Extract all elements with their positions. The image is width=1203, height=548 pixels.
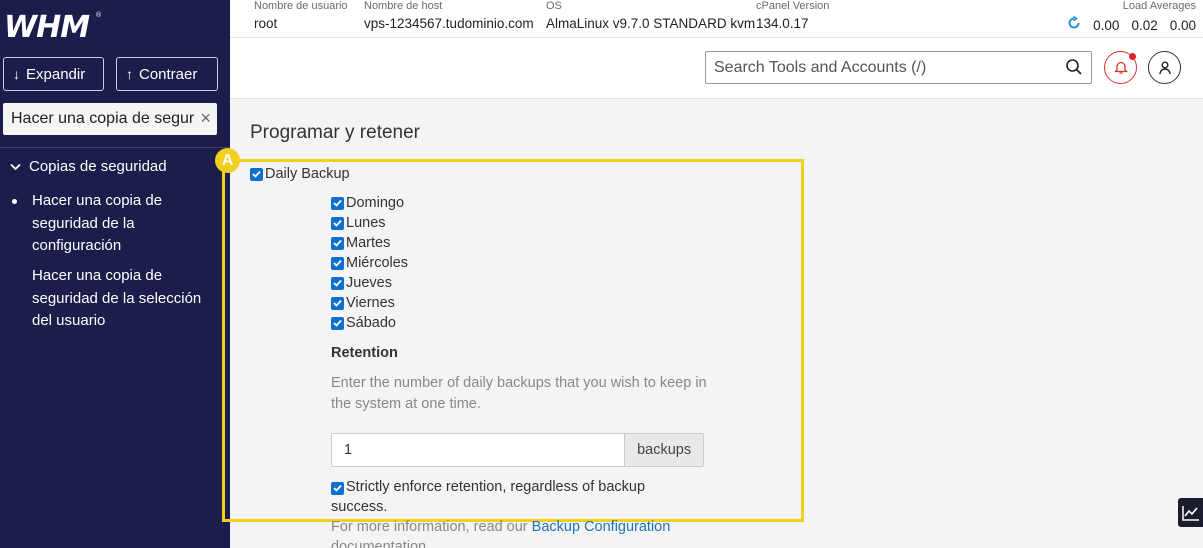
strict-retention-checkbox[interactable]: Strictly enforce retention, regardless o… (331, 477, 691, 517)
sidebar-section-label: Copias de seguridad (29, 158, 167, 175)
header (230, 38, 1203, 99)
user-icon (1158, 61, 1171, 74)
logo-registered-mark: ® (96, 12, 102, 19)
sidebar-divider (0, 147, 230, 148)
checkbox-checked-icon (331, 481, 344, 495)
expand-button[interactable]: ↓ Expandir (3, 57, 104, 91)
retention-help-text: Enter the number of daily backups that y… (331, 375, 707, 412)
more-info-text: For more information, read our Backup Co… (331, 517, 751, 548)
username-label: Nombre de usuario (254, 0, 348, 12)
username-info: Nombre de usuario root (254, 0, 348, 31)
load-average-1: 0.00 (1093, 17, 1120, 33)
collapse-button[interactable]: ↑ Contraer (116, 57, 218, 91)
trend-chart-icon (1181, 505, 1199, 521)
os-info: OS AlmaLinux v9.7.0 STANDARD kvm (546, 0, 755, 31)
retention-title: Retention (331, 345, 398, 361)
day-checkbox-lunes[interactable]: Lunes (331, 215, 386, 231)
more-info-suffix: documentation. (331, 539, 431, 548)
sidebar-search: × (3, 103, 217, 135)
day-checkbox-jueves[interactable]: Jueves (331, 275, 392, 291)
retention-input-group: backups (331, 433, 704, 467)
day-label: Miércoles (346, 255, 409, 271)
cpanel-version-info: cPanel Version 134.0.17 (756, 0, 829, 31)
day-label: Domingo (346, 195, 405, 211)
retention-unit-addon: backups (624, 434, 703, 466)
annotation-badge: A (215, 148, 240, 173)
notifications-button[interactable] (1104, 51, 1137, 84)
logo-text: WHM (4, 10, 90, 45)
refresh-icon[interactable] (1067, 15, 1081, 34)
analytics-button[interactable] (1178, 498, 1203, 527)
sidebar-toggle-buttons: ↓ Expandir ↑ Contraer (3, 57, 218, 91)
day-checkbox-sabado[interactable]: Sábado (331, 315, 396, 331)
sidebar-item-backup-config[interactable]: Hacer una copia de seguridad de la confi… (12, 190, 222, 258)
checkbox-checked-icon (331, 196, 344, 210)
chevron-down-icon (10, 160, 21, 174)
checkbox-checked-icon (331, 276, 344, 290)
day-label: Sábado (346, 315, 396, 331)
sidebar-section-backups[interactable]: Copias de seguridad (10, 158, 167, 175)
expand-label: Expandir (26, 65, 86, 83)
sidebar-item-backup-user-selection[interactable]: Hacer una copia de seguridad de la selec… (32, 265, 222, 333)
day-checkbox-domingo[interactable]: Domingo (331, 195, 404, 211)
sidebar-search-input[interactable] (3, 104, 195, 134)
load-averages: Load Averages 0.00 0.02 0.00 (1067, 0, 1196, 34)
username-value: root (254, 16, 278, 31)
checkbox-checked-icon (331, 316, 344, 330)
hostname-info: Nombre de host vps-1234567.tudominio.com (364, 0, 534, 31)
load-averages-label: Load Averages (1122, 0, 1196, 12)
cpanel-version-label: cPanel Version (756, 0, 830, 12)
os-label: OS (546, 0, 562, 12)
day-label: Martes (346, 235, 391, 251)
checkbox-checked-icon (331, 216, 344, 230)
notification-dot (1129, 53, 1136, 60)
backup-configuration-link[interactable]: Backup Configuration (532, 519, 671, 535)
hostname-label: Nombre de host (364, 0, 443, 12)
cpanel-version-value: 134.0.17 (756, 16, 809, 31)
tool-search (705, 51, 1092, 84)
bell-icon (1113, 61, 1128, 74)
retention-count-input[interactable] (332, 434, 625, 466)
daily-backup-label: Daily Backup (265, 166, 350, 182)
search-icon[interactable] (1065, 58, 1083, 81)
arrow-down-icon: ↓ (13, 66, 20, 82)
section-title: Programar y retener (250, 122, 421, 143)
day-checkbox-martes[interactable]: Martes (331, 235, 390, 251)
load-average-5: 0.02 (1131, 17, 1158, 33)
checkbox-checked-icon (331, 256, 344, 270)
os-value: AlmaLinux v9.7.0 STANDARD kvm (546, 16, 756, 31)
daily-backup-checkbox[interactable]: Daily Backup (250, 166, 350, 182)
more-info-prefix: For more information, read our (331, 519, 532, 535)
day-checkbox-miercoles[interactable]: Miércoles (331, 255, 408, 271)
server-info-bar: Nombre de usuario root Nombre de host vp… (230, 0, 1203, 38)
day-checkbox-viernes[interactable]: Viernes (331, 295, 395, 311)
collapse-label: Contraer (139, 65, 198, 83)
hostname-value: vps-1234567.tudominio.com (364, 16, 534, 31)
clear-search-icon[interactable]: × (200, 109, 211, 127)
user-menu-button[interactable] (1148, 51, 1181, 84)
checkbox-checked-icon (331, 236, 344, 250)
annotation-highlight-box (222, 159, 804, 522)
day-label: Jueves (346, 275, 392, 291)
day-label: Viernes (346, 295, 395, 311)
day-label: Lunes (346, 215, 386, 231)
checkbox-checked-icon (331, 296, 344, 310)
tool-search-input[interactable] (706, 52, 1056, 83)
whm-logo[interactable]: WHM ® (4, 10, 104, 45)
checkbox-checked-icon (250, 167, 263, 181)
load-average-15: 0.00 (1169, 17, 1196, 33)
sidebar: WHM ® ↓ Expandir ↑ Contraer × Copias de … (0, 0, 230, 548)
arrow-up-icon: ↑ (126, 66, 133, 82)
strict-retention-label: Strictly enforce retention, regardless o… (331, 479, 646, 515)
